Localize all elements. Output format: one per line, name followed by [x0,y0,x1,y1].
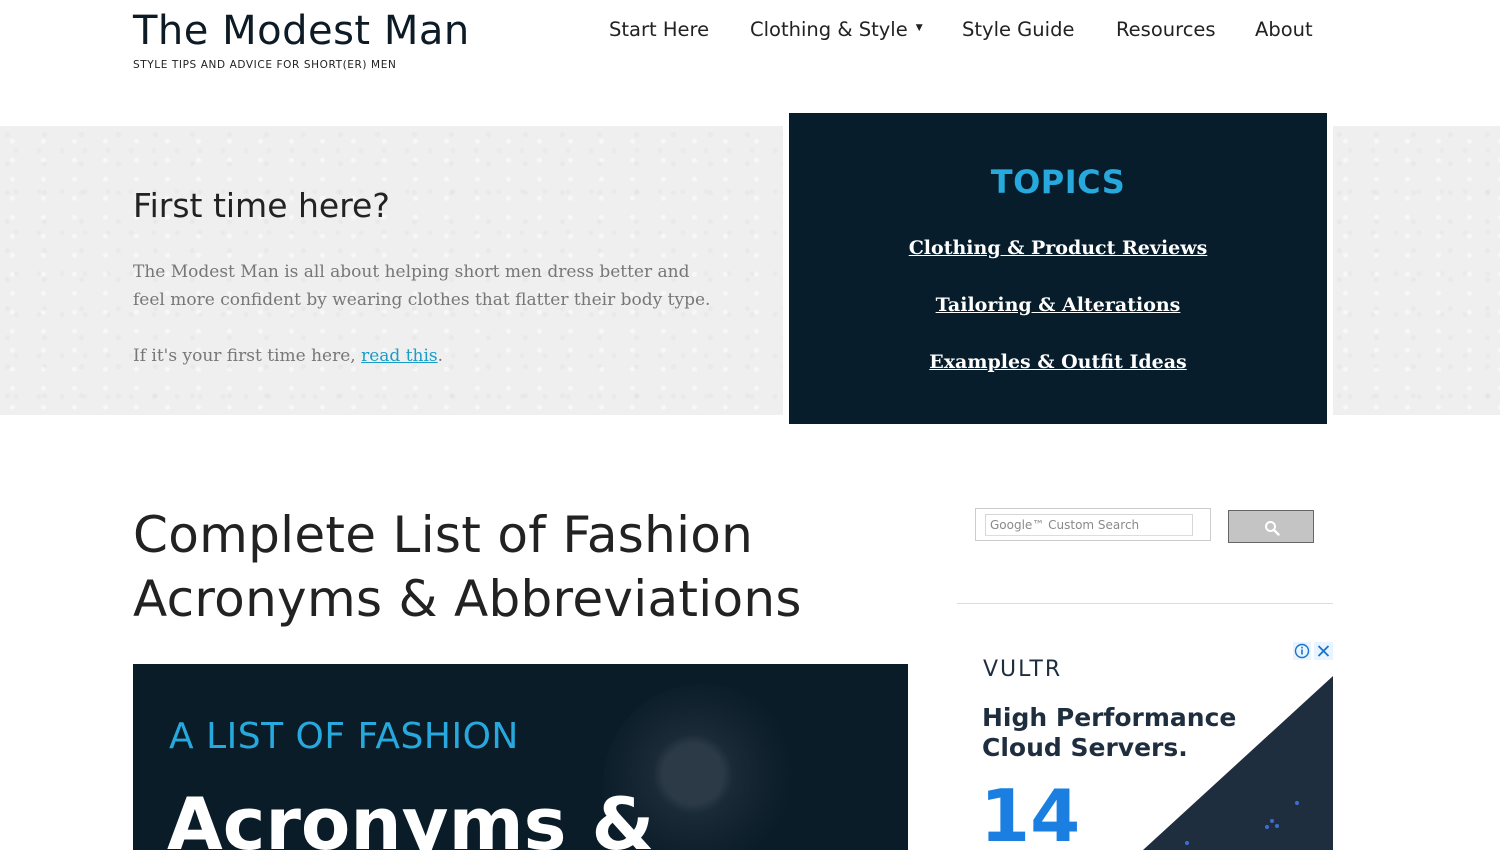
close-icon[interactable] [1314,642,1333,660]
article-title-line: Complete List of Fashion [133,506,754,564]
nav-label: About [1255,18,1313,41]
sidebar-divider [957,603,1333,604]
sidebar-ad[interactable]: VULTR High Performance Cloud Servers. 14 [975,641,1333,850]
nav-label: Resources [1116,18,1216,41]
read-this-link[interactable]: read this [361,346,438,366]
nav-clothing-style[interactable]: Clothing & Style ▼ [750,18,923,41]
featured-image[interactable]: A LIST OF FASHION Acronyms & [133,664,908,850]
search-box [975,508,1211,541]
nav-label: Clothing & Style [750,18,908,41]
ad-headline: High Performance Cloud Servers. [982,703,1237,762]
search-input[interactable] [985,514,1193,536]
ad-brand: VULTR [983,657,1063,682]
nav-resources[interactable]: Resources [1116,18,1216,41]
hero-heading: First time here? [133,186,390,225]
featured-headline: Acronyms & [167,782,655,850]
topic-link-tailoring[interactable]: Tailoring & Alterations [789,294,1327,316]
info-icon[interactable] [1293,642,1311,660]
article-title-line: Acronyms & Abbreviations [133,570,802,628]
nav-label: Start Here [609,18,710,41]
site-tagline: STYLE TIPS AND ADVICE FOR SHORT(ER) MEN [133,59,397,71]
site-title[interactable]: The Modest Man [133,8,470,54]
nav-start-here[interactable]: Start Here [609,18,709,41]
search-icon [1265,521,1280,536]
search-button[interactable] [1228,510,1314,543]
ad-number: 14 [980,774,1081,850]
hero-cta-prefix: If it's your first time here, [133,346,362,366]
topics-title: TOPICS [990,163,1126,201]
hero-cta: If it's your first time here, read this. [133,342,713,370]
article-title: Complete List of Fashion Acronyms & Abbr… [133,503,913,631]
topic-link-reviews[interactable]: Clothing & Product Reviews [789,237,1327,259]
hero-gap [1327,126,1333,415]
nav-style-guide[interactable]: Style Guide [962,18,1074,41]
topics-box: TOPICS Clothing & Product Reviews Tailor… [789,113,1327,424]
hero-paragraph: The Modest Man is all about helping shor… [133,262,711,310]
nav-label: Style Guide [962,18,1075,41]
featured-kicker: A LIST OF FASHION [169,716,519,757]
topic-link-outfits[interactable]: Examples & Outfit Ideas [789,351,1327,373]
chevron-down-icon: ▼ [915,23,923,33]
nav-about[interactable]: About [1255,18,1313,41]
hero-cta-suffix: . [437,346,444,366]
